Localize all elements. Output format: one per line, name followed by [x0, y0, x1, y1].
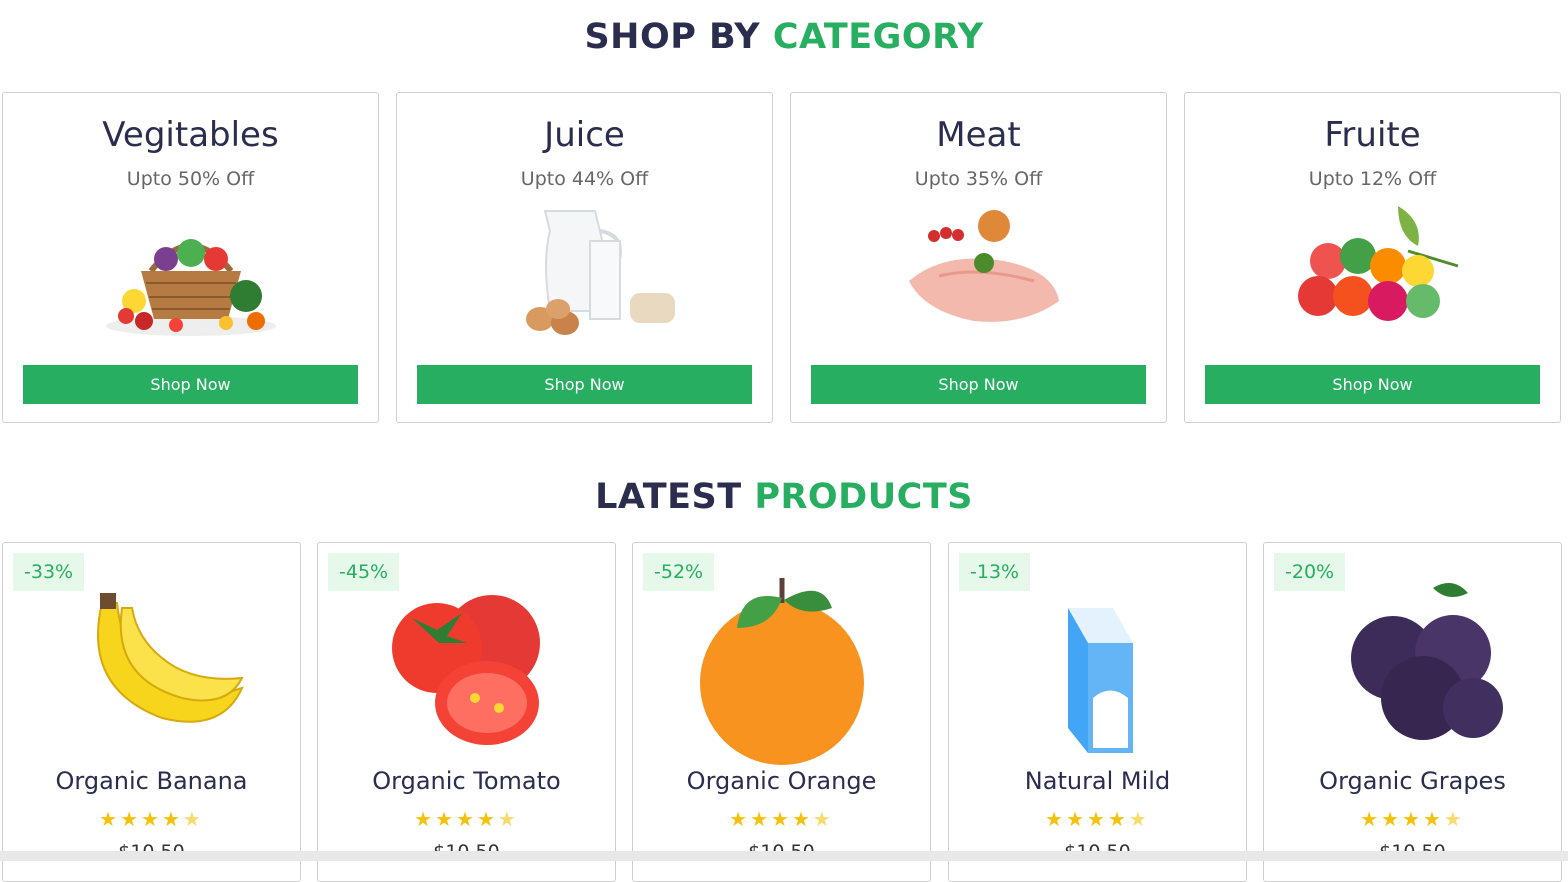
product-card-orange[interactable]: -52% Organic Orange ★★★★★ $10.50	[632, 542, 931, 882]
category-name: Meat	[936, 115, 1021, 155]
category-discount: Upto 12% Off	[1308, 168, 1437, 190]
title-main: SHOP BY	[584, 17, 773, 57]
title-accent: PRODUCTS	[754, 477, 973, 517]
product-name[interactable]: Organic Banana	[3, 767, 300, 795]
product-card-milk[interactable]: -13% Natural Mild ★★★★★ $10.50	[948, 542, 1247, 882]
shop-now-button[interactable]: Shop Now	[23, 365, 358, 404]
product-card-tomato[interactable]: -45% Organic Tomato ★★★★★ $10.50	[317, 542, 616, 882]
category-section-title: SHOP BY CATEGORY	[0, 17, 1568, 57]
orange-image	[699, 578, 864, 765]
bottom-scroll-bar	[0, 851, 1568, 861]
category-discount: Upto 35% Off	[914, 168, 1043, 190]
product-name[interactable]: Organic Grapes	[1264, 767, 1561, 795]
rating-stars: ★★★★★	[1045, 807, 1150, 831]
product-name[interactable]: Natural Mild	[949, 767, 1246, 795]
category-discount: Upto 50% Off	[126, 168, 255, 190]
category-card-fruit: Fruite Upto 12% Off Shop Now	[1184, 92, 1561, 423]
product-card-grapes[interactable]: -20% Organic Grapes ★★★★★ $10.50	[1263, 542, 1562, 882]
tomato-image	[391, 595, 540, 745]
rating-stars: ★★★★★	[99, 807, 204, 831]
category-name: Vegitables	[102, 115, 279, 155]
title-accent: CATEGORY	[772, 17, 984, 57]
title-main: LATEST	[595, 477, 755, 517]
rating-stars: ★★★★★	[1360, 807, 1465, 831]
category-name: Juice	[544, 115, 625, 155]
shop-now-button[interactable]: Shop Now	[811, 365, 1146, 404]
vegetable-basket-image	[105, 239, 276, 336]
shop-now-button[interactable]: Shop Now	[417, 365, 752, 404]
category-card-juice: Juice Upto 44% Off Shop Now	[396, 92, 773, 423]
chicken-meat-image	[908, 210, 1059, 322]
product-card-banana[interactable]: -33% Organic Banana ★★★★★ $10.50	[2, 542, 301, 882]
fruit-pile-image	[1297, 206, 1458, 321]
milk-carton-image	[1067, 608, 1133, 753]
rating-stars: ★★★★★	[729, 807, 834, 831]
products-section-title: LATEST PRODUCTS	[0, 477, 1568, 517]
product-name[interactable]: Organic Tomato	[318, 767, 615, 795]
plums-image	[1350, 583, 1503, 740]
category-card-meat: Meat Upto 35% Off Shop Now	[790, 92, 1167, 423]
product-name[interactable]: Organic Orange	[633, 767, 930, 795]
category-discount: Upto 44% Off	[520, 168, 649, 190]
shop-now-button[interactable]: Shop Now	[1205, 365, 1540, 404]
category-name: Fruite	[1324, 115, 1421, 155]
banana-image	[96, 593, 244, 723]
milk-jug-image	[525, 210, 675, 335]
category-card-vegetables: Vegitables Upto 50% Off Shop Now	[2, 92, 379, 423]
rating-stars: ★★★★★	[414, 807, 519, 831]
